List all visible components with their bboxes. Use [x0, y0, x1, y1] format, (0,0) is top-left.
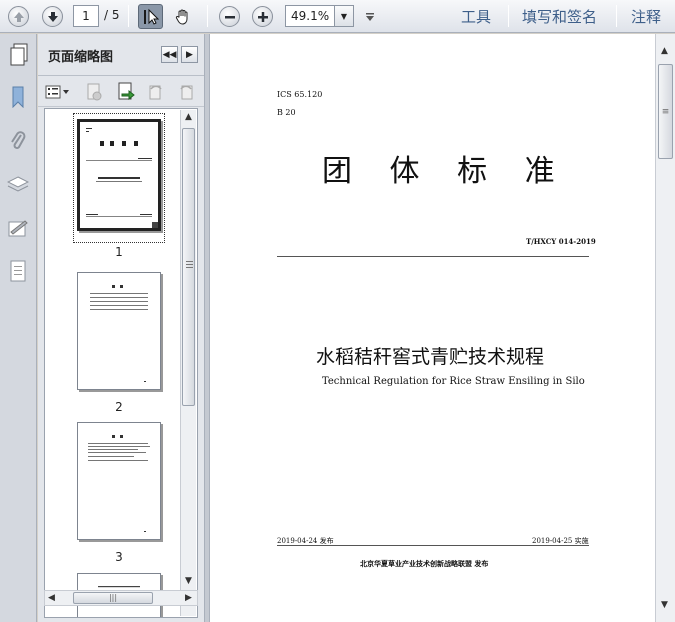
zoom-dropdown-button[interactable]: ▼: [334, 5, 354, 27]
standard-number: T/HXCY 014-2019: [526, 237, 596, 246]
next-page-button[interactable]: [40, 4, 65, 29]
thumbnail-page-number: 2: [115, 400, 123, 414]
fill-sign-menu[interactable]: 填写和签名: [522, 6, 597, 27]
thumbnail-page-image: [77, 272, 161, 390]
panel-header: 页面缩略图 ◀◀ ▶: [38, 34, 204, 76]
thumbnail-page-image: [77, 422, 161, 540]
document-scroll-thumb[interactable]: ≡: [658, 64, 673, 159]
comment-menu[interactable]: 注释: [631, 6, 661, 27]
scroll-down-arrow-icon[interactable]: ▼: [661, 600, 668, 610]
layers-icon[interactable]: [7, 174, 29, 196]
double-chevron-left-icon: ◀◀: [162, 49, 177, 60]
zoom-out-button[interactable]: [217, 4, 242, 29]
toolbar-separator: [508, 5, 509, 27]
navigation-rail: [0, 34, 37, 622]
toolbar-options-button[interactable]: [360, 4, 380, 29]
document-scrollbar[interactable]: ▲ ≡ ▼: [655, 34, 675, 622]
rotate-cw-icon[interactable]: [176, 82, 196, 102]
chevron-right-icon: ▶: [186, 49, 193, 60]
toolbar-separator: [616, 5, 617, 27]
bookmark-icon[interactable]: [7, 86, 29, 108]
options-list-icon: [45, 85, 69, 99]
thumbnail-item-2[interactable]: 2: [77, 272, 161, 414]
thumbnail-page-number: 1: [115, 245, 123, 259]
scroll-up-arrow-icon[interactable]: ▲: [661, 46, 668, 56]
zoom-in-button[interactable]: [250, 4, 275, 29]
main-toolbar: 1 / 5 49.1% ▼ 工具 填写和签名 注释: [0, 0, 675, 33]
thumbnail-options-button[interactable]: [44, 82, 72, 102]
scroll-up-arrow-icon[interactable]: ▲: [185, 112, 192, 122]
scroll-left-arrow-icon[interactable]: ◀: [48, 593, 55, 603]
thumbnails-panel: 页面缩略图 ◀◀ ▶ 1 2 3 ▲ ▼ ◀ ||| ▶: [38, 34, 204, 622]
thumbnail-scroll-thumb[interactable]: [182, 128, 195, 406]
rotate-ccw-icon[interactable]: [146, 82, 166, 102]
chevron-down-icon: ▼: [340, 11, 348, 21]
attachment-icon[interactable]: [7, 130, 29, 152]
document-title-en: Technical Regulation for Rice Straw Ensi…: [322, 376, 585, 387]
thumbnail-item-3[interactable]: 3: [77, 422, 161, 564]
toolbar-separator: [207, 5, 208, 27]
delete-page-icon[interactable]: [84, 82, 104, 102]
thumbnail-page-number: 3: [115, 550, 123, 564]
panel-title: 页面缩略图: [48, 50, 114, 65]
hand-tool-button[interactable]: [170, 4, 195, 29]
page-thumbnails-icon[interactable]: [7, 42, 31, 68]
standard-heading: 团 体 标 准: [322, 154, 569, 189]
publisher: 北京华夏草业产业技术创新战略联盟 发布: [360, 560, 489, 568]
dropdown-menu-icon: [366, 12, 374, 21]
signature-icon[interactable]: [7, 218, 29, 240]
thumbnail-list: 1 2 3 ▲ ▼: [44, 108, 198, 618]
hand-icon: [175, 9, 187, 25]
arrow-down-icon: [42, 6, 63, 27]
page-number-input[interactable]: 1: [73, 5, 99, 27]
page-total-label: / 5: [104, 8, 120, 22]
tools-menu[interactable]: 工具: [461, 6, 491, 27]
page-content-icon[interactable]: [7, 260, 29, 282]
panel-toolbar: [38, 77, 204, 107]
document-title-cn: 水稻秸秆窖式青贮技术规程: [316, 346, 545, 368]
zoom-level-input[interactable]: 49.1%: [285, 5, 335, 27]
horizontal-scroll-thumb[interactable]: |||: [73, 592, 153, 604]
footer-rule: [277, 545, 589, 546]
expand-panel-button[interactable]: ▶: [181, 46, 198, 63]
scroll-down-arrow-icon[interactable]: ▼: [185, 576, 192, 586]
thumbnail-page-image: [77, 119, 161, 231]
arrow-up-icon: [8, 6, 29, 27]
minus-icon: [219, 6, 240, 27]
thumbnail-scrollbar[interactable]: ▲ ▼: [180, 110, 196, 616]
toolbar-separator: [128, 5, 129, 27]
thumbnail-item-1[interactable]: 1: [77, 119, 161, 259]
classification-code: B 20: [277, 108, 296, 117]
previous-page-button[interactable]: [6, 4, 31, 29]
select-tool-button[interactable]: [138, 4, 163, 29]
scroll-right-arrow-icon[interactable]: ▶: [185, 593, 192, 603]
header-rule: [277, 256, 589, 257]
thumbnail-horizontal-scrollbar[interactable]: ◀ ||| ▶: [44, 590, 198, 606]
insert-page-icon[interactable]: [116, 82, 136, 102]
plus-icon: [252, 6, 273, 27]
cursor-icon: [143, 8, 159, 25]
ics-code: ICS 65.120: [277, 90, 323, 99]
document-page: ICS 65.120 B 20 团 体 标 准 T/HXCY 014-2019 …: [210, 34, 655, 622]
collapse-panel-button[interactable]: ◀◀: [161, 46, 178, 63]
